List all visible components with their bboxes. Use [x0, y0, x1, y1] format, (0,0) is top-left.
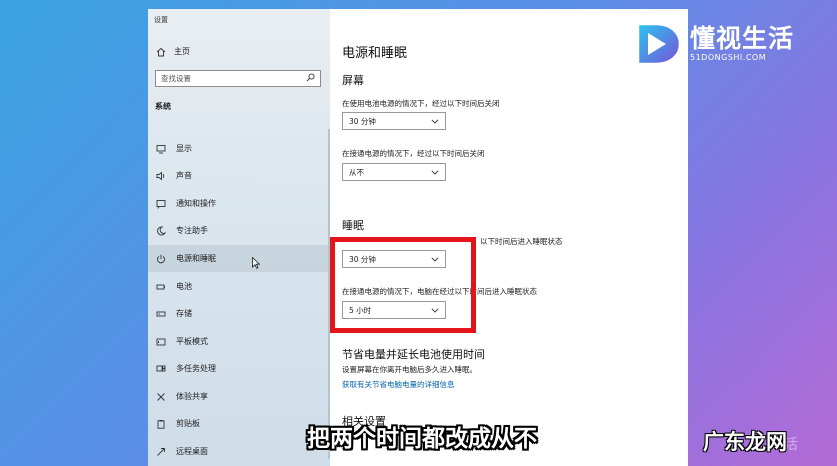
- battery-icon: [156, 282, 166, 292]
- power-icon: [156, 254, 166, 264]
- sidebar-item-label: 电池: [176, 282, 192, 291]
- logo-text: 懂视生活: [690, 23, 795, 53]
- sidebar-item-notifications[interactable]: 通知和操作: [148, 190, 328, 217]
- sleep-battery-dropdown[interactable]: 30 分钟: [342, 250, 446, 268]
- sidebar-item-focus-assist[interactable]: 专注助手: [148, 217, 328, 244]
- sidebar-item-label: 远程桌面: [176, 447, 208, 456]
- search-input[interactable]: 查找设置: [155, 70, 321, 87]
- chevron-down-icon: [431, 306, 439, 315]
- sleep-plugged-dropdown[interactable]: 5 小时: [342, 301, 446, 319]
- sleep-plugged-description: 在接通电源的情况下，电脑在经过以下时间后进入睡眠状态: [342, 287, 537, 296]
- home-label: 主页: [174, 47, 190, 56]
- sidebar-item-label: 通知和操作: [176, 199, 216, 208]
- screen-plugged-dropdown[interactable]: 从不: [342, 163, 446, 181]
- sidebar-item-label: 显示: [176, 144, 192, 153]
- battery-saving-heading: 节省电量并延长电池使用时间: [342, 348, 485, 361]
- screen-plugged-description: 在接通电源的情况下，经过以下时间后关闭: [342, 149, 485, 158]
- sleep-battery-description: 以下时间后进入睡眠状态: [480, 237, 563, 246]
- sidebar: 设置 主页 查找设置 系统 显示 声音 通知和操作 专注助手 电源和睡眠 电池 …: [148, 9, 330, 466]
- section-label-system: 系统: [155, 102, 171, 111]
- logo-d-icon: [636, 22, 682, 66]
- sidebar-item-power-sleep[interactable]: 电源和睡眠: [148, 245, 328, 272]
- home-icon: [156, 47, 166, 57]
- chevron-down-icon: [431, 255, 439, 264]
- sleep-heading: 睡眠: [342, 219, 364, 232]
- page-title: 电源和睡眠: [342, 46, 408, 61]
- notification-icon: [156, 199, 166, 209]
- screen-heading: 屏幕: [342, 74, 364, 87]
- remote-desktop-icon: [156, 447, 166, 457]
- mouse-cursor-icon: [252, 254, 261, 273]
- sidebar-home[interactable]: 主页: [156, 46, 190, 57]
- dropdown-value: 从不: [349, 167, 364, 177]
- sidebar-item-tablet-mode[interactable]: 平板模式: [148, 328, 328, 355]
- dropdown-value: 30 分钟: [349, 116, 376, 126]
- logo: 懂视生活 51DONGSHI.COM: [632, 16, 832, 70]
- search-placeholder: 查找设置: [161, 74, 191, 83]
- sidebar-item-label: 平板模式: [176, 337, 208, 346]
- sidebar-item-multitasking[interactable]: 多任务处理: [148, 355, 328, 382]
- sidebar-item-storage[interactable]: 存储: [148, 300, 328, 327]
- screen-battery-description: 在使用电池电源的情况下，经过以下时间后关闭: [342, 99, 500, 108]
- sidebar-item-label: 体验共享: [176, 392, 208, 401]
- window-title: 设置: [154, 16, 168, 24]
- battery-saving-description: 设置屏幕在你离开电脑后多久进入睡眠。: [342, 365, 477, 374]
- screen-battery-dropdown[interactable]: 30 分钟: [342, 112, 446, 130]
- sidebar-item-label: 声音: [176, 171, 192, 180]
- sidebar-item-label: 电源和睡眠: [176, 254, 216, 263]
- share-icon: [156, 392, 166, 402]
- video-subtitle: 把两个时间都改成从不: [307, 426, 537, 452]
- chevron-down-icon: [431, 117, 439, 126]
- main-content: 电源和睡眠 屏幕 在使用电池电源的情况下，经过以下时间后关闭 30 分钟 在接通…: [330, 9, 688, 466]
- tablet-icon: [156, 337, 166, 347]
- chevron-down-icon: [431, 168, 439, 177]
- speaker-icon: [156, 171, 166, 181]
- sidebar-item-label: 专注助手: [176, 226, 208, 235]
- sidebar-item-display[interactable]: 显示: [148, 135, 328, 162]
- dropdown-value: 30 分钟: [349, 254, 376, 264]
- storage-icon: [156, 309, 166, 319]
- sidebar-item-battery[interactable]: 电池: [148, 273, 328, 300]
- settings-window: 设置 主页 查找设置 系统 显示 声音 通知和操作 专注助手 电源和睡眠 电池 …: [148, 9, 688, 466]
- clipboard-icon: [156, 419, 166, 429]
- search-icon: [306, 73, 315, 84]
- sidebar-item-sound[interactable]: 声音: [148, 162, 328, 189]
- monitor-icon: [156, 144, 166, 154]
- multitask-icon: [156, 364, 166, 374]
- sidebar-item-label: 剪贴板: [176, 419, 200, 428]
- logo-subtext: 51DONGSHI.COM: [690, 52, 767, 62]
- sidebar-item-label: 多任务处理: [176, 364, 216, 373]
- dropdown-value: 5 小时: [349, 305, 372, 315]
- watermark: 广东龙网: [703, 430, 787, 454]
- sidebar-item-shared-experiences[interactable]: 体验共享: [148, 383, 328, 410]
- sidebar-item-label: 存储: [176, 309, 192, 318]
- power-saving-info-link[interactable]: 获取有关节省电脑电量的详细信息: [342, 379, 455, 390]
- moon-icon: [156, 226, 166, 236]
